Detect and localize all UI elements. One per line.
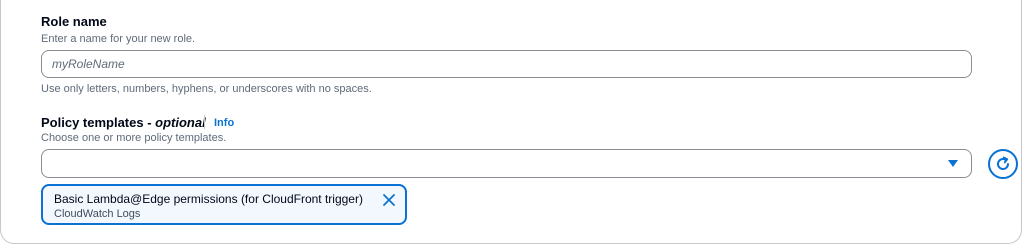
close-icon[interactable] — [382, 193, 396, 207]
optional-label: optional — [155, 115, 206, 130]
role-name-description: Enter a name for your new role. — [41, 33, 196, 45]
role-name-label: Role name — [41, 14, 107, 29]
refresh-icon — [997, 156, 1010, 170]
policy-templates-label-text: Policy templates - — [41, 115, 156, 130]
selected-policy-token: Basic Lambda@Edge permissions (for Cloud… — [41, 184, 407, 225]
role-name-constraint: Use only letters, numbers, hyphens, or u… — [41, 83, 372, 95]
caret-down-icon — [948, 160, 958, 167]
info-link[interactable]: Info — [214, 116, 234, 130]
refresh-button[interactable] — [988, 149, 1018, 179]
policy-templates-select[interactable] — [41, 149, 972, 178]
policy-templates-label: Policy templates - optional — [41, 115, 206, 131]
label-divider — [204, 115, 205, 129]
token-title: Basic Lambda@Edge permissions (for Cloud… — [54, 192, 363, 206]
token-subtitle: CloudWatch Logs — [54, 208, 141, 220]
role-name-input[interactable]: myRoleName — [41, 50, 972, 78]
role-name-placeholder: myRoleName — [52, 57, 125, 71]
policy-templates-description: Choose one or more policy templates. — [41, 132, 227, 144]
